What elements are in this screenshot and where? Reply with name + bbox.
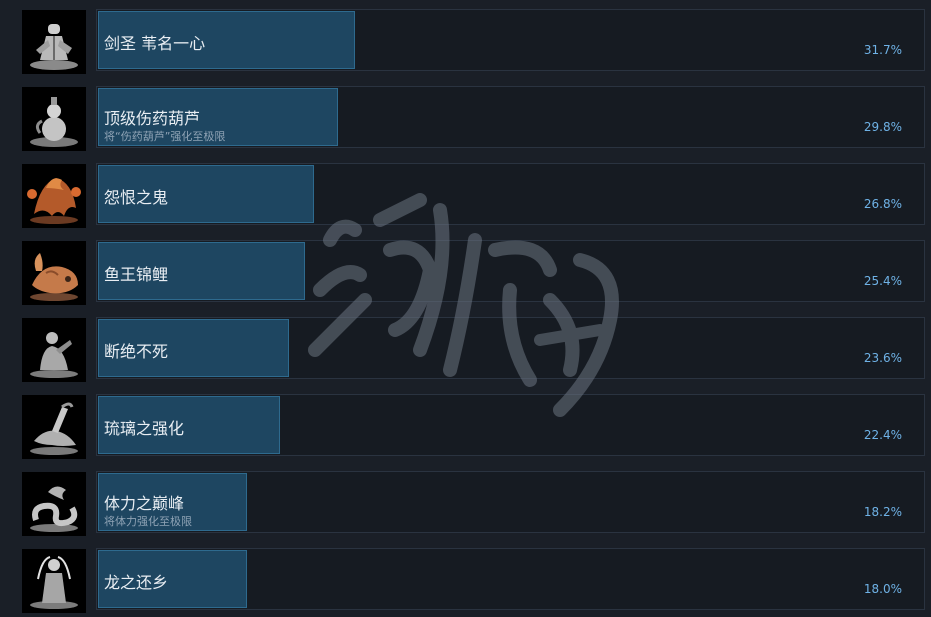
achievement-percent: 31.7% [863,43,902,57]
flaming-demon-icon [22,164,86,228]
achievement-title: 龙之还乡 [104,573,169,592]
achievement-percent: 25.4% [863,274,902,288]
coiled-dragon-icon [22,472,86,536]
achievement-row: 顶级伤药葫芦 将“伤药葫芦”强化至极限 29.8% [0,83,931,151]
dragon-heir-icon [22,549,86,613]
achievement-percent: 26.8% [863,197,902,211]
achievement-title: 体力之巅峰 [104,494,185,513]
achievement-row: 琉璃之强化 22.4% [0,391,931,459]
gourd-icon [22,87,86,151]
prosthetic-arm-icon [22,395,86,459]
achievement-percent: 18.0% [863,582,902,596]
achievement-title: 怨恨之鬼 [104,188,169,207]
achievement-percent: 23.6% [863,351,902,365]
achievement-row: 断绝不死 23.6% [0,314,931,382]
achievement-row: 鱼王锦鲤 25.4% [0,237,931,305]
achievement-row: 剑圣 苇名一心 31.7% [0,6,931,74]
achievement-row: 体力之巅峰 将体力强化至极限 18.2% [0,468,931,536]
samurai-statue-icon [22,10,86,74]
achievement-title: 顶级伤药葫芦 [104,109,201,128]
carp-icon [22,241,86,305]
achievement-list: 剑圣 苇名一心 31.7% 顶级伤药葫芦 将“伤药葫芦”强化至极限 29.8% [0,0,931,617]
achievement-percent: 18.2% [863,505,902,519]
achievement-title: 剑圣 苇名一心 [104,34,206,53]
achievement-description: 将体力强化至极限 [104,515,192,528]
achievement-row: 怨恨之鬼 26.8% [0,160,931,228]
achievement-percent: 22.4% [863,428,902,442]
kneeling-figure-icon [22,318,86,382]
achievement-row: 龙之还乡 18.0% [0,545,931,613]
achievement-title: 鱼王锦鲤 [104,265,169,284]
achievement-title: 断绝不死 [104,342,169,361]
achievement-percent: 29.8% [863,120,902,134]
achievement-description: 将“伤药葫芦”强化至极限 [104,130,226,143]
achievement-title: 琉璃之强化 [104,419,185,438]
